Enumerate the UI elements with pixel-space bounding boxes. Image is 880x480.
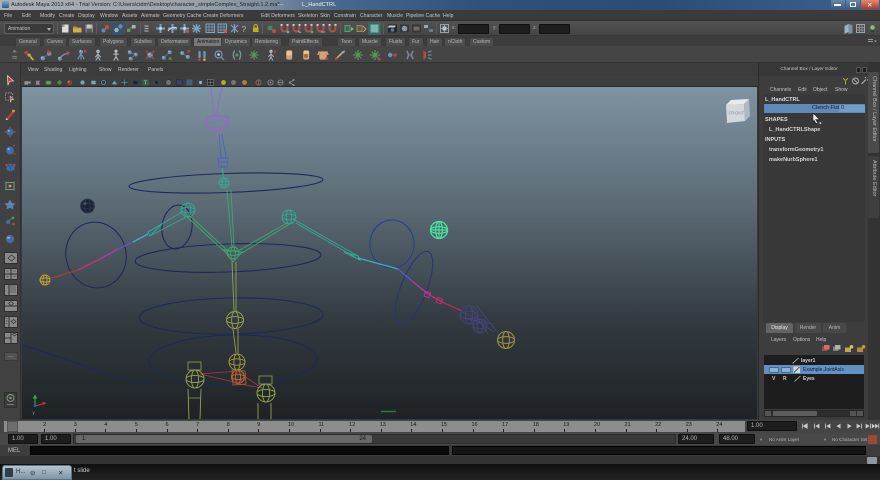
svg-text:FRONT: FRONT xyxy=(729,111,745,116)
svg-text:?: ? xyxy=(242,24,247,34)
